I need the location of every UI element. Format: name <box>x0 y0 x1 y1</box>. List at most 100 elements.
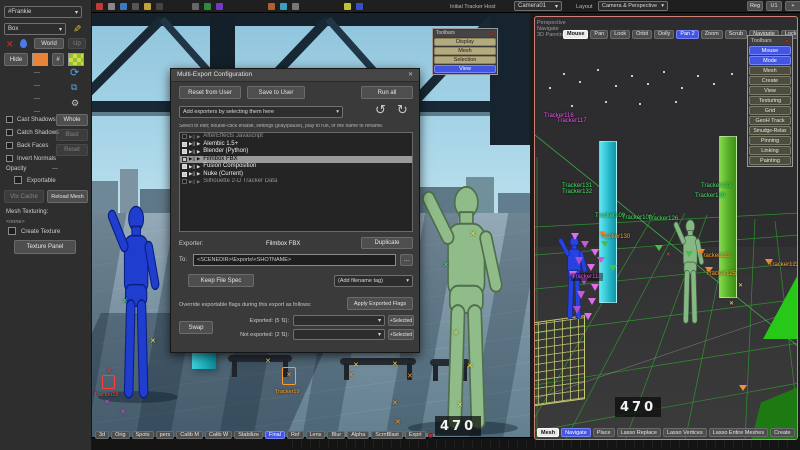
keep-file-spec-button[interactable]: Keep File Spec <box>188 274 254 287</box>
cone-marker[interactable] <box>739 385 747 391</box>
toolbars-item-pinning[interactable]: Pinning <box>749 136 791 145</box>
tracker-marker-x[interactable]: ✕ <box>470 231 476 238</box>
close-icon[interactable] <box>785 39 789 43</box>
hide-button[interactable]: Hide <box>4 53 28 66</box>
exporter-row[interactable]: ▶|| ▶ Nuke (Current) <box>180 171 412 179</box>
tracker-marker-x[interactable]: ✕ <box>729 301 734 307</box>
topbar-button-plus[interactable]: + <box>785 1 800 11</box>
green-figure-mesh-perspective[interactable] <box>669 219 709 325</box>
view-mode-button[interactable]: Calib W <box>205 431 232 439</box>
toolbar-icon[interactable] <box>120 3 127 10</box>
perspective-viewport[interactable]: ✕ ✕ ✕ Tracker116 Tracker117 Tracker131 T… <box>534 16 798 440</box>
exporter-name[interactable]: Silhouette 2-D Tracker Data <box>203 178 277 185</box>
toolbars-item-texturing[interactable]: Texturing <box>749 96 791 105</box>
view-mode-button[interactable]: Exprt <box>405 431 426 439</box>
toolbar-icon[interactable] <box>344 3 351 10</box>
add-filename-tag-dropdown[interactable]: (Add filename tag) ▾ <box>334 275 413 287</box>
tracker-label[interactable]: Tracker122 <box>769 262 798 268</box>
tracker-label[interactable]: Tracker130 <box>600 234 630 240</box>
tracker-label[interactable]: Tracker132 <box>562 189 592 195</box>
exporter-row[interactable]: ▶|| ▶ Blender (Python) <box>180 148 412 156</box>
tracker-marker-x[interactable]: ✕ <box>120 409 126 416</box>
view-mode-button[interactable]: Orig <box>111 431 129 439</box>
tracker-marker-x[interactable]: ✕ <box>392 400 398 407</box>
exporter-row[interactable]: ▶|| ▶ Silhouette 2-D Tracker Data <box>180 178 412 186</box>
popup-item-selection[interactable]: Selection <box>434 56 496 64</box>
color-swatch[interactable] <box>32 53 48 66</box>
toolbar-icon[interactable] <box>280 3 287 10</box>
reset-from-user-button[interactable]: Reset from User <box>179 86 241 99</box>
catch-shadows-checkbox[interactable] <box>6 129 13 136</box>
cone-marker[interactable] <box>571 233 579 240</box>
perspective-tool-button[interactable]: Create <box>770 428 795 437</box>
cone-marker[interactable] <box>655 245 663 251</box>
cone-marker[interactable] <box>581 241 589 248</box>
view-mode-button-active[interactable]: Final <box>265 431 285 439</box>
mouse-mode-button[interactable]: Look <box>610 30 630 39</box>
tracker-label[interactable]: Tracker139 <box>695 193 725 199</box>
toolbar-icon[interactable] <box>192 3 199 10</box>
not-exported-dropdown[interactable]: ▾ <box>293 329 385 340</box>
browse-button[interactable]: ... <box>400 254 413 266</box>
close-icon[interactable] <box>490 32 494 36</box>
tracker-dot[interactable] <box>571 105 573 107</box>
droplet-icon[interactable] <box>20 39 27 48</box>
topbar-button-reg[interactable]: Reg <box>747 1 763 11</box>
tracker-marker-x[interactable]: ✕ <box>286 372 292 379</box>
slider-dash[interactable]: — <box>34 70 40 77</box>
tracker-marker-x[interactable]: ✕ <box>453 330 459 337</box>
toolbars-item-create[interactable]: Create <box>749 76 791 85</box>
toolbars-item-linking[interactable]: Linking <box>749 146 791 155</box>
hash-button[interactable]: # <box>52 53 64 66</box>
tracker-marker-x[interactable]: ✕ <box>348 372 354 379</box>
toolbars-item-mesh[interactable]: Mesh <box>749 66 791 75</box>
exported-dropdown[interactable]: ▾ <box>293 315 385 326</box>
tracker-label[interactable]: Tracker133 <box>701 183 731 189</box>
tracker-marker-x[interactable]: ✕ <box>738 283 743 289</box>
mouse-toolbar-label[interactable]: Mouse <box>563 30 588 39</box>
mouse-mode-button[interactable]: Dolly <box>654 30 674 39</box>
exporter-checkbox[interactable] <box>182 179 187 184</box>
mouse-mode-button[interactable]: Scrub <box>725 30 747 39</box>
mouse-mode-button[interactable]: Orbit <box>632 30 652 39</box>
view-mode-button[interactable]: Alpha <box>347 431 369 439</box>
cone-marker[interactable] <box>577 291 585 299</box>
cone-marker[interactable] <box>685 251 693 257</box>
tracker-label[interactable]: Tracker28 <box>94 393 119 399</box>
play-pause-icon[interactable]: ▶|| <box>189 149 195 155</box>
world-button[interactable]: World <box>34 38 64 49</box>
run-all-button[interactable]: Run all <box>361 86 413 99</box>
exporter-row[interactable]: ▶|| ▶ AfterEffects Javascript <box>180 133 412 141</box>
tracker-marker-x[interactable]: ✕ <box>666 253 671 259</box>
cone-marker[interactable] <box>601 241 609 247</box>
cone-marker[interactable] <box>591 249 599 256</box>
toolbar-icon[interactable] <box>156 3 163 10</box>
tracker-marker-x[interactable]: ✕ <box>395 419 401 426</box>
play-pause-icon[interactable]: ▶|| <box>189 179 195 185</box>
mouse-mode-button[interactable]: Pan <box>590 30 608 39</box>
popup-item-display[interactable]: Display <box>434 38 496 46</box>
toolbar-icon[interactable] <box>144 3 151 10</box>
view-mode-button[interactable]: pers <box>156 431 175 439</box>
exporter-row[interactable]: ▶|| ▶ Alembic 1.5+ <box>180 141 412 149</box>
toolbar-icon[interactable] <box>132 3 139 10</box>
perspective-tool-button[interactable]: Lasso Vertices <box>663 428 707 437</box>
save-to-user-button[interactable]: Save to User <box>247 86 305 99</box>
tracker-marker-x[interactable]: ✕ <box>150 338 156 345</box>
add-exporters-dropdown[interactable]: Add exporters by selecting them here ▾ <box>179 106 343 118</box>
exportable-checkbox[interactable] <box>14 176 22 184</box>
reset-button[interactable]: Reset <box>56 144 88 156</box>
cone-marker[interactable] <box>588 298 596 305</box>
tracker-dot[interactable] <box>549 87 551 89</box>
checker-swatch[interactable] <box>68 53 84 66</box>
toolbars-item-geoh-track[interactable]: GeoH Track <box>749 116 791 125</box>
play-pause-icon[interactable]: ▶|| <box>189 141 195 147</box>
create-texture-checkbox[interactable] <box>8 227 16 235</box>
whole-button[interactable]: Whole <box>56 114 88 126</box>
toolbar-icon[interactable] <box>268 3 275 10</box>
tracker-dot[interactable] <box>563 73 565 75</box>
tracker-dot[interactable] <box>615 85 617 87</box>
undo-icon[interactable]: ↺ <box>375 102 386 118</box>
cone-marker[interactable] <box>584 313 592 320</box>
tracker-marker-x[interactable]: ✕ <box>457 402 463 409</box>
